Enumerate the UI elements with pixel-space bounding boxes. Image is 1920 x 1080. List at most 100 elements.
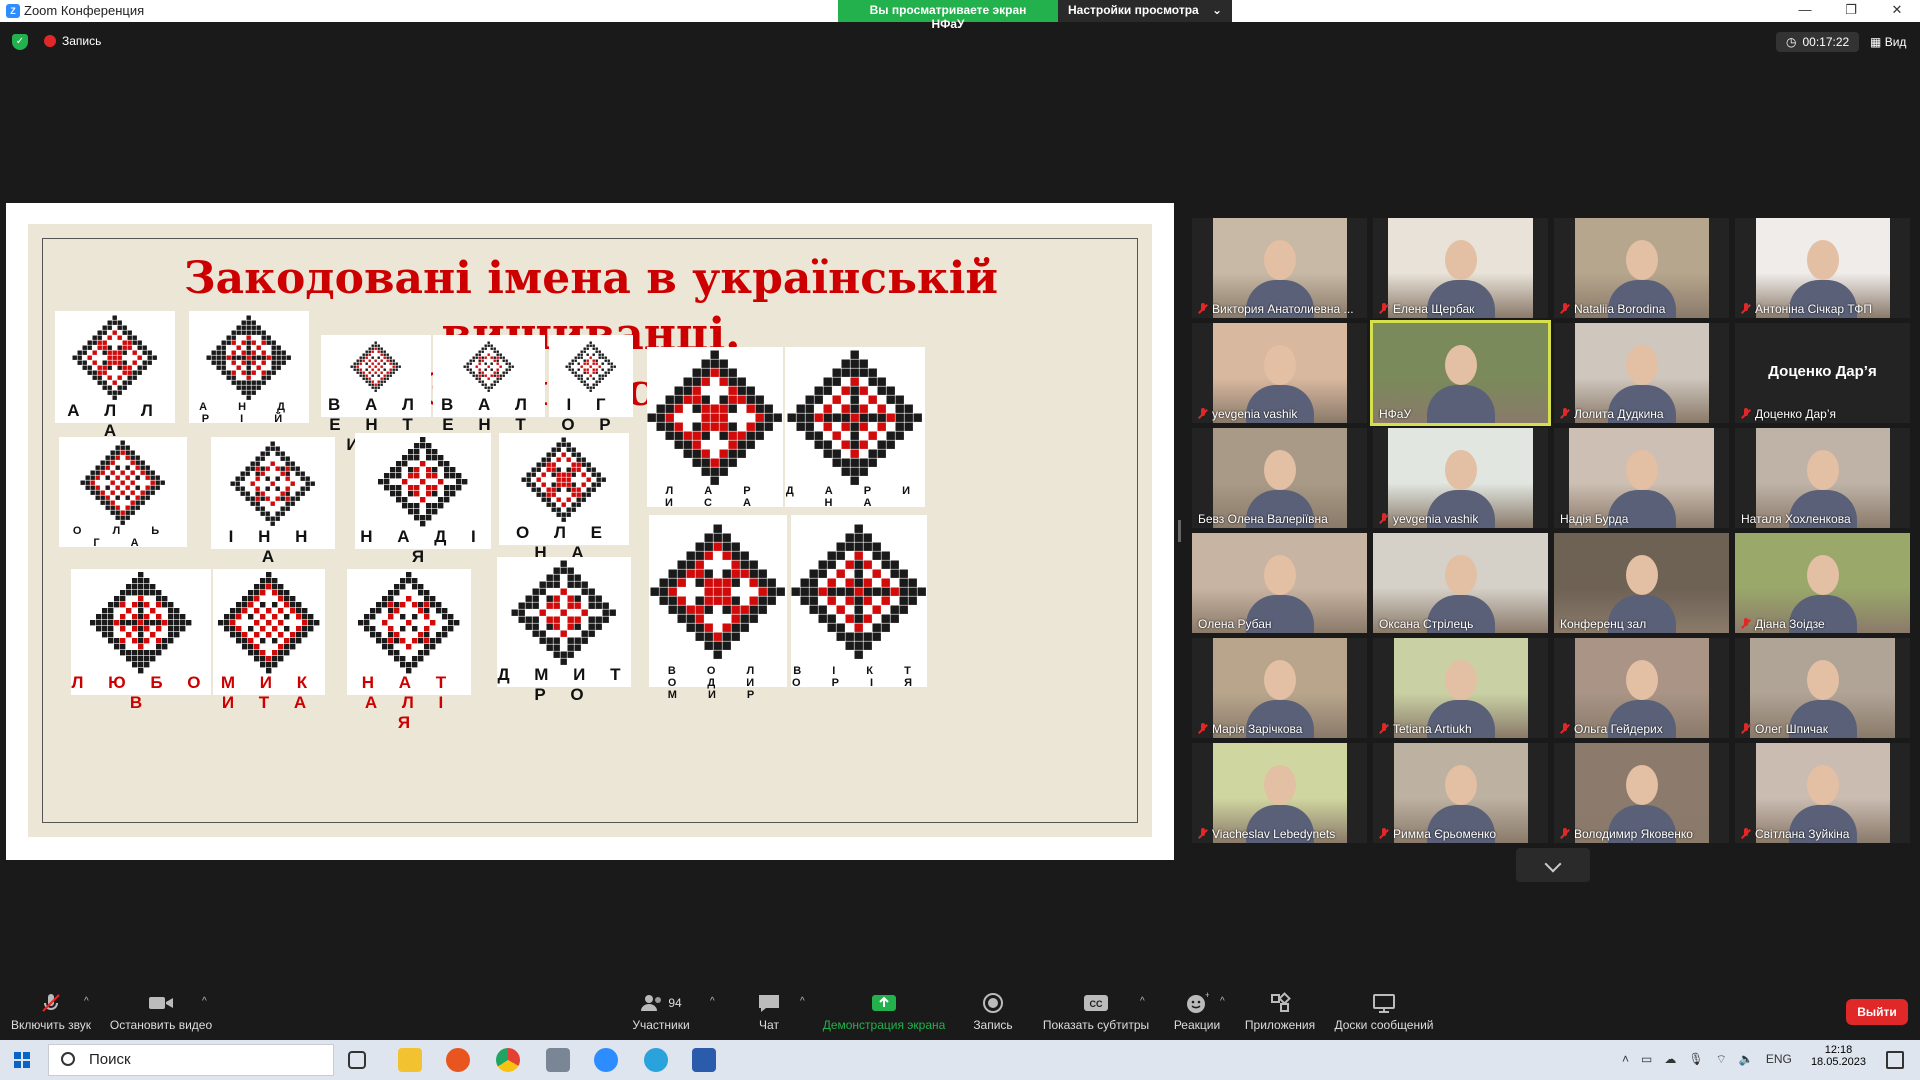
mic-tray-icon[interactable]: 🎙	[1688, 1052, 1703, 1067]
word-icon[interactable]	[692, 1048, 716, 1072]
reactions-caret-icon[interactable]: ^	[1220, 996, 1225, 1007]
wifi-icon[interactable]: ⌔	[1716, 1052, 1727, 1067]
participant-tile[interactable]: Доценко Дар’я Доценко Дар’я	[1735, 323, 1910, 423]
firefox-icon[interactable]	[446, 1048, 470, 1072]
stitch	[305, 481, 310, 486]
participant-tile[interactable]: yevgenia vashik	[1373, 428, 1548, 528]
recording-indicator[interactable]: Запись	[44, 34, 101, 48]
stitch	[221, 360, 226, 365]
volume-icon[interactable]: 🔈	[1739, 1052, 1754, 1067]
stitch	[418, 656, 424, 662]
notifications-icon[interactable]	[1886, 1051, 1904, 1069]
participant-tile[interactable]: Римма Єрьоменко	[1373, 743, 1548, 843]
stitch	[251, 370, 256, 375]
close-button[interactable]: ✕	[1874, 0, 1920, 22]
stitch	[805, 422, 814, 431]
participant-tile[interactable]: Олег Шпичак	[1735, 638, 1910, 738]
shared-screen[interactable]: Закодовані імена в українській вишиванці…	[6, 203, 1174, 860]
participants-caret-icon[interactable]: ^	[710, 996, 715, 1007]
network-icon[interactable]: ▭	[1641, 1052, 1652, 1067]
view-settings-button[interactable]: Настройки просмотра ⌄	[1058, 0, 1232, 22]
participant-tile[interactable]: Володимир Яковенко	[1554, 743, 1729, 843]
clock[interactable]: 12:18 18.05.2023	[1811, 1044, 1866, 1068]
stitch	[380, 359, 383, 362]
record-button[interactable]: Запись	[966, 990, 1020, 1040]
participant-tile[interactable]: Nataliia Borodina	[1554, 218, 1729, 318]
participant-tile[interactable]: Антоніна Січкар ТФП	[1735, 218, 1910, 318]
participant-tile[interactable]: Конференц зал	[1554, 533, 1729, 633]
stitch	[107, 335, 112, 340]
stitch	[107, 385, 112, 390]
participant-tile[interactable]: Viacheslav Lebedynets	[1192, 743, 1367, 843]
participant-tile[interactable]: Світлана Зуйкіна	[1735, 743, 1910, 843]
telegram-icon[interactable]	[644, 1048, 668, 1072]
stitch	[125, 450, 130, 455]
gallery-next-page-button[interactable]	[1516, 848, 1590, 882]
participant-tile[interactable]: Діана Зоідзе	[1735, 533, 1910, 633]
stitch	[92, 360, 97, 365]
calculator-icon[interactable]	[546, 1048, 570, 1072]
stitch	[221, 365, 226, 370]
stitch	[248, 644, 254, 650]
view-button[interactable]: ▦ Вид	[1870, 35, 1906, 49]
participant-tile[interactable]: Наталя Хохленкова	[1735, 428, 1910, 528]
language-indicator[interactable]: ENG	[1766, 1052, 1792, 1067]
panel-resize-handle[interactable]	[1178, 520, 1181, 542]
windows-start-icon[interactable]	[14, 1052, 30, 1068]
reactions-button[interactable]: + Реакции	[1170, 990, 1224, 1040]
embroidery-pattern-icon	[358, 572, 460, 674]
stitch	[502, 371, 505, 374]
avatar	[1444, 450, 1477, 490]
chrome-icon[interactable]	[496, 1048, 520, 1072]
stitch	[260, 590, 266, 596]
share-screen-button[interactable]: Демонстрация экрана	[822, 990, 946, 1040]
task-view-icon[interactable]	[348, 1051, 366, 1069]
file-explorer-icon[interactable]	[398, 1048, 422, 1072]
chat-button[interactable]: Чат	[748, 990, 790, 1040]
maximize-button[interactable]: ❐	[1828, 0, 1874, 22]
stitch	[589, 356, 592, 359]
participant-tile[interactable]: yevgenia vashik	[1192, 323, 1367, 423]
participant-tile[interactable]: Бевз Олена Валеріївна	[1192, 428, 1367, 528]
participant-tile[interactable]: Оксана Стрілець	[1373, 533, 1548, 633]
stop-video-button[interactable]: Остановить видео	[108, 990, 214, 1040]
participant-tile[interactable]: Ольга Гейдерих	[1554, 638, 1729, 738]
captions-caret-icon[interactable]: ^	[1140, 996, 1145, 1007]
participants-button[interactable]: 94 Участники	[626, 990, 696, 1040]
stitch	[395, 362, 398, 365]
stitch	[818, 605, 827, 614]
stitch	[117, 360, 122, 365]
stitch	[418, 602, 424, 608]
stitch	[823, 422, 832, 431]
participant-tile[interactable]: Олена Рубан	[1192, 533, 1367, 633]
audio-options-caret-icon[interactable]: ^	[84, 996, 89, 1007]
stitch	[261, 330, 266, 335]
leave-button[interactable]: Выйти	[1846, 999, 1908, 1025]
security-shield-icon[interactable]: ✓	[12, 34, 28, 50]
participant-tile[interactable]: Tetiana Artiukh	[1373, 638, 1548, 738]
unmute-button[interactable]: Включить звук	[8, 990, 94, 1040]
participant-tile[interactable]: Елена Щербак	[1373, 218, 1548, 318]
video-options-caret-icon[interactable]: ^	[202, 996, 207, 1007]
chat-caret-icon[interactable]: ^	[800, 996, 805, 1007]
participant-tile[interactable]: НФаУ	[1370, 320, 1551, 426]
participant-tile[interactable]: Виктория Анатолиевна ...	[1192, 218, 1367, 318]
apps-button[interactable]: Приложения	[1242, 990, 1318, 1040]
cloud-icon[interactable]: ☁	[1664, 1052, 1676, 1067]
stitch	[677, 569, 686, 578]
participant-tile[interactable]: Лолита Дудкина	[1554, 323, 1729, 423]
stitch	[647, 413, 656, 422]
chevron-up-icon[interactable]: ˄	[1622, 1052, 1629, 1067]
stitch	[102, 385, 107, 390]
stitch	[377, 380, 380, 383]
participant-tile[interactable]: Марія Зарічкова	[1192, 638, 1367, 738]
participant-tile[interactable]: Надія Бурда	[1554, 428, 1729, 528]
stitch	[174, 632, 180, 638]
minimize-button[interactable]: —	[1782, 0, 1828, 22]
stitch	[659, 578, 668, 587]
taskbar-search-box[interactable]: Поиск	[48, 1044, 334, 1076]
zoom-taskbar-icon[interactable]	[594, 1048, 618, 1072]
stitch	[395, 365, 398, 368]
whiteboards-button[interactable]: Доски сообщений	[1332, 990, 1436, 1040]
captions-button[interactable]: CC Показать субтитры	[1040, 990, 1152, 1040]
